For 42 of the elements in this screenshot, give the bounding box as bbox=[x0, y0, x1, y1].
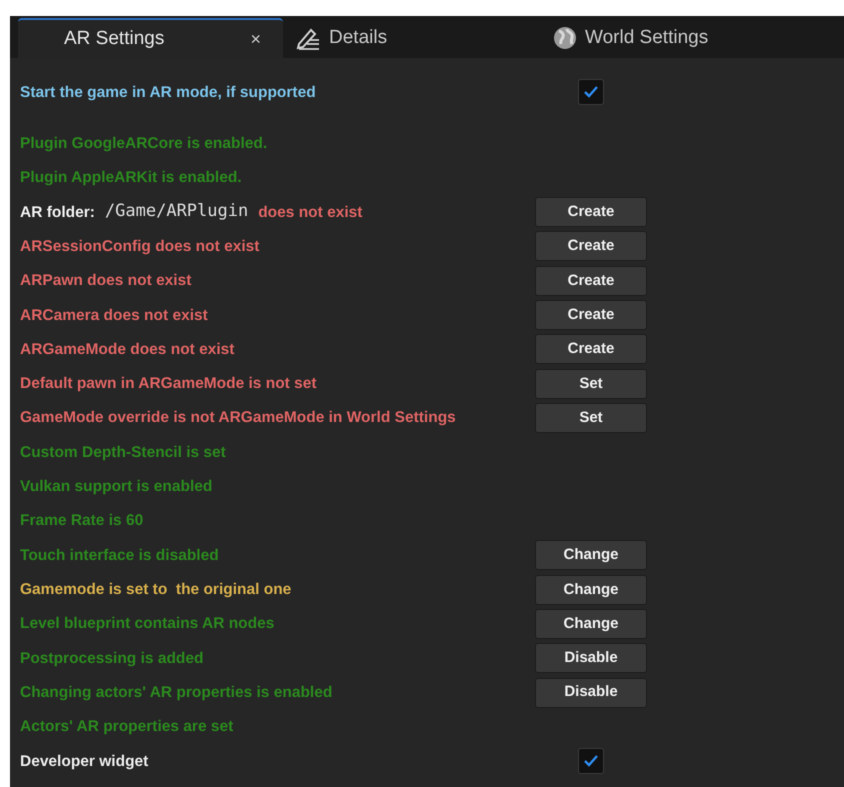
action-button[interactable]: Create bbox=[535, 334, 647, 364]
status-text: does not exist bbox=[258, 202, 362, 223]
status-text: ARGameMode does not exist bbox=[20, 340, 234, 360]
status-text: ARPawn does not exist bbox=[20, 271, 192, 292]
status-text: Custom Depth-Stencil is set bbox=[20, 442, 226, 463]
status-text: Vulkan support is enabled bbox=[20, 477, 212, 498]
action-button[interactable]: Change bbox=[535, 574, 647, 605]
status-text: Plugin GoogleARCore is enabled. bbox=[20, 134, 268, 154]
status-text: Actors' AR properties are set bbox=[20, 717, 234, 738]
tab[interactable]: Details bbox=[283, 18, 543, 58]
checkbox[interactable] bbox=[578, 748, 604, 774]
status-text: ARCamera does not exist bbox=[20, 306, 208, 326]
pencil-icon bbox=[295, 26, 321, 50]
tab[interactable]: World Settings bbox=[543, 18, 708, 58]
status-text: Touch interface is disabled bbox=[20, 546, 219, 566]
folder-path: /Game/ARPlugin bbox=[104, 200, 248, 224]
status-text: ARSessionConfig does not exist bbox=[20, 236, 260, 257]
tab[interactable]: AR Settings × bbox=[18, 18, 283, 58]
action-button[interactable]: Create bbox=[535, 300, 647, 330]
status-text: Default pawn in ARGameMode is not set bbox=[20, 374, 317, 394]
status-text: Plugin AppleARKit is enabled. bbox=[20, 168, 242, 188]
option-label: Start the game in AR mode, if supported bbox=[20, 82, 316, 103]
status-text: Changing actors' AR properties is enabled bbox=[20, 683, 332, 704]
status-text: Level blueprint contains AR nodes bbox=[20, 614, 274, 634]
status-text: GameMode override is not ARGameMode in World Settings bbox=[20, 408, 456, 428]
action-button[interactable]: Create bbox=[535, 266, 647, 296]
close-icon[interactable]: × bbox=[250, 26, 261, 52]
status-text: Frame Rate is 60 bbox=[20, 511, 144, 532]
checkbox[interactable] bbox=[578, 79, 604, 106]
status-text: Postprocessing is added bbox=[20, 648, 204, 669]
action-button[interactable]: Set bbox=[535, 368, 647, 399]
action-button[interactable]: Disable bbox=[535, 643, 647, 674]
action-button[interactable]: Create bbox=[535, 197, 647, 228]
action-button[interactable]: Disable bbox=[535, 678, 647, 708]
status-text: Gamemode is set to the original one bbox=[20, 580, 292, 600]
globe-icon bbox=[553, 26, 577, 50]
option-label: Developer widget bbox=[20, 752, 148, 772]
action-button[interactable]: Change bbox=[535, 540, 647, 570]
action-button[interactable]: Create bbox=[535, 231, 647, 262]
action-button[interactable]: Set bbox=[535, 403, 647, 434]
action-button[interactable]: Change bbox=[535, 609, 647, 640]
folder-label: AR folder: bbox=[20, 202, 95, 223]
